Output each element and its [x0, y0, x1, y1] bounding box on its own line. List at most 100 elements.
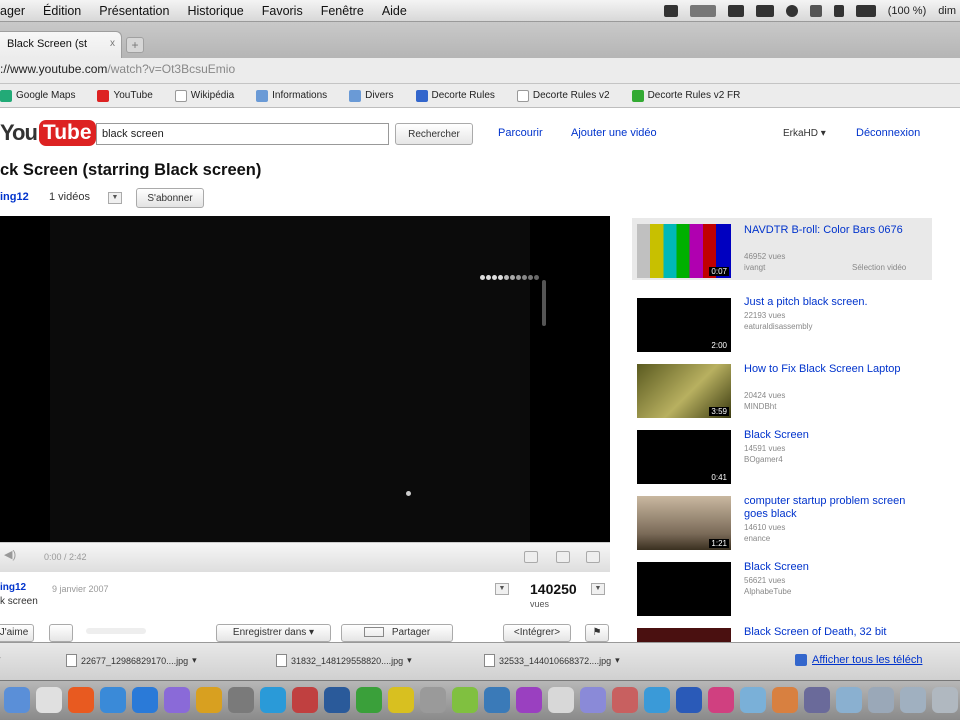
related-video[interactable]: 0:41 Black Screen 14591 vues BOgamer4 — [632, 424, 932, 486]
dock-app-icon[interactable] — [612, 687, 638, 713]
dock-app-icon[interactable] — [356, 687, 382, 713]
dock-app-icon[interactable] — [324, 687, 350, 713]
bookmark-wikipedia[interactable]: Wikipédia — [174, 89, 234, 102]
channel-link[interactable]: ing12 — [0, 191, 29, 203]
dock-app-icon[interactable] — [900, 687, 926, 713]
chevron-down-icon[interactable]: ▾ — [407, 655, 412, 666]
video-thumbnail[interactable]: 0:07 — [637, 224, 731, 278]
menu-edit[interactable]: Édition — [34, 4, 90, 18]
stats-toggle-icon[interactable]: ▼ — [591, 583, 605, 595]
bookmark-decorte-rules-v2[interactable]: Decorte Rules v2 — [516, 89, 610, 102]
video-thumbnail[interactable] — [637, 628, 731, 642]
dock-app-icon[interactable] — [932, 687, 958, 713]
related-video[interactable]: 1:21 computer startup problem screen goe… — [632, 490, 932, 552]
more-info-icon[interactable]: ▼ — [495, 583, 509, 595]
related-video[interactable]: Black Screen of Death, 32 bit — [632, 622, 932, 642]
related-video-title[interactable]: Black Screen — [744, 561, 929, 574]
bookmark-folder-informations[interactable]: Informations — [256, 89, 327, 102]
dock-app-icon[interactable] — [644, 687, 670, 713]
menu-view[interactable]: Présentation — [90, 4, 178, 18]
dock-app-icon[interactable] — [772, 687, 798, 713]
browse-link[interactable]: Parcourir — [498, 127, 543, 139]
bookmark-decorte-rules[interactable]: Decorte Rules — [415, 89, 495, 102]
dock-app-icon[interactable] — [420, 687, 446, 713]
chevron-down-icon[interactable]: ▾ — [192, 655, 197, 666]
bookmark-google-maps[interactable]: Google Maps — [0, 89, 75, 102]
wifi-icon[interactable] — [809, 5, 822, 17]
related-video[interactable]: 2:00 Just a pitch black screen. 22193 vu… — [632, 292, 932, 354]
video-thumbnail[interactable]: 3:59 — [637, 364, 731, 418]
download-item[interactable]: 32533_144010668372....jpg ▾ — [484, 654, 620, 667]
dock-app-icon[interactable] — [580, 687, 606, 713]
address-bar[interactable]: ://www.youtube.com/watch?v=Ot3BcsuEmio — [0, 58, 960, 84]
embed-button[interactable]: <Intégrer> — [503, 624, 571, 642]
related-video-title[interactable]: computer startup problem screen goes bla… — [744, 495, 929, 521]
dock-app-icon[interactable] — [836, 687, 862, 713]
dock-app-icon[interactable] — [132, 687, 158, 713]
menu-help[interactable]: Aide — [373, 4, 416, 18]
video-thumbnail[interactable] — [637, 562, 731, 616]
dock-app-icon[interactable] — [548, 687, 574, 713]
related-video-title[interactable]: Just a pitch black screen. — [744, 296, 929, 309]
related-video[interactable]: 0:07 NAVDTR B-roll: Color Bars 0676 4695… — [632, 218, 932, 280]
bookmark-folder-divers[interactable]: Divers — [349, 89, 394, 102]
search-input[interactable] — [96, 123, 389, 145]
related-video-title[interactable]: NAVDTR B-roll: Color Bars 0676 — [744, 224, 929, 237]
menu-bookmarks[interactable]: Favoris — [253, 4, 312, 18]
share-button[interactable]: Partager — [341, 624, 453, 642]
url-field[interactable]: ://www.youtube.com/watch?v=Ot3BcsuEmio — [0, 62, 235, 76]
volume-icon[interactable] — [833, 5, 844, 17]
menu-window[interactable]: Fenêtre — [312, 4, 373, 18]
menu-file[interactable]: ager — [0, 4, 34, 18]
menu-history[interactable]: Historique — [178, 4, 252, 18]
video-thumbnail[interactable]: 1:21 — [637, 496, 731, 550]
dislike-button[interactable] — [49, 624, 73, 642]
display-icon[interactable] — [727, 5, 744, 17]
flag-button[interactable]: ⚑ — [585, 624, 609, 642]
chevron-down-icon[interactable]: ▼ — [108, 192, 122, 204]
video-thumbnail[interactable]: 0:41 — [637, 430, 731, 484]
youtube-logo[interactable]: You Tube — [0, 115, 96, 151]
dock-app-icon[interactable] — [36, 687, 62, 713]
related-video-title[interactable]: Black Screen — [744, 429, 929, 442]
screen-recorder-icon[interactable] — [663, 5, 678, 17]
related-video[interactable]: Black Screen 56621 vues AlphabeTube — [632, 556, 932, 618]
dock-app-icon[interactable] — [4, 687, 30, 713]
dock-app-icon[interactable] — [68, 687, 94, 713]
dock-app-icon[interactable] — [164, 687, 190, 713]
time-machine-icon[interactable] — [785, 5, 798, 17]
dock-app-icon[interactable] — [196, 687, 222, 713]
search-button[interactable]: Rechercher — [395, 123, 473, 145]
dock-app-icon[interactable] — [452, 687, 478, 713]
save-to-button[interactable]: Enregistrer dans ▾ — [216, 624, 331, 642]
dock-app-icon[interactable] — [292, 687, 318, 713]
mail-icon[interactable] — [755, 5, 774, 17]
fullscreen-icon[interactable] — [586, 551, 600, 563]
chevron-down-icon[interactable]: ▾ — [615, 655, 620, 666]
dock-app-icon[interactable] — [868, 687, 894, 713]
like-button[interactable]: J'aime — [0, 624, 34, 642]
dock-app-icon[interactable] — [100, 687, 126, 713]
volume-icon[interactable]: ◀) — [4, 548, 18, 561]
size-toggle-icon[interactable] — [556, 551, 570, 563]
upload-link[interactable]: Ajouter une vidéo — [571, 127, 657, 139]
battery-icon[interactable] — [855, 5, 876, 17]
dock-app-icon[interactable] — [708, 687, 734, 713]
related-video-title[interactable]: How to Fix Black Screen Laptop — [744, 363, 929, 376]
related-video[interactable]: 3:59 How to Fix Black Screen Laptop 2042… — [632, 358, 932, 420]
related-video-title[interactable]: Black Screen of Death, 32 bit — [744, 626, 929, 639]
download-item[interactable]: 22677_12986829170....jpg ▾ — [66, 654, 197, 667]
tab-black-screen[interactable]: Black Screen (st x — [0, 31, 122, 58]
dropbox-icon[interactable] — [689, 5, 716, 17]
bookmark-decorte-rules-v2-fr[interactable]: Decorte Rules v2 FR — [631, 89, 740, 102]
close-tab-icon[interactable]: x — [110, 38, 115, 49]
dock-app-icon[interactable] — [740, 687, 766, 713]
dock-app-icon[interactable] — [228, 687, 254, 713]
download-item[interactable]: 31832_148129558820....jpg ▾ — [276, 654, 412, 667]
download-arrow-icon[interactable]: ▾ — [0, 654, 1, 665]
subscribe-button[interactable]: S'abonner — [136, 188, 204, 208]
user-name[interactable]: dim — [938, 5, 956, 17]
dock-app-icon[interactable] — [388, 687, 414, 713]
video-player[interactable] — [0, 216, 610, 542]
user-menu[interactable]: ErkaHD ▾ — [783, 128, 826, 139]
